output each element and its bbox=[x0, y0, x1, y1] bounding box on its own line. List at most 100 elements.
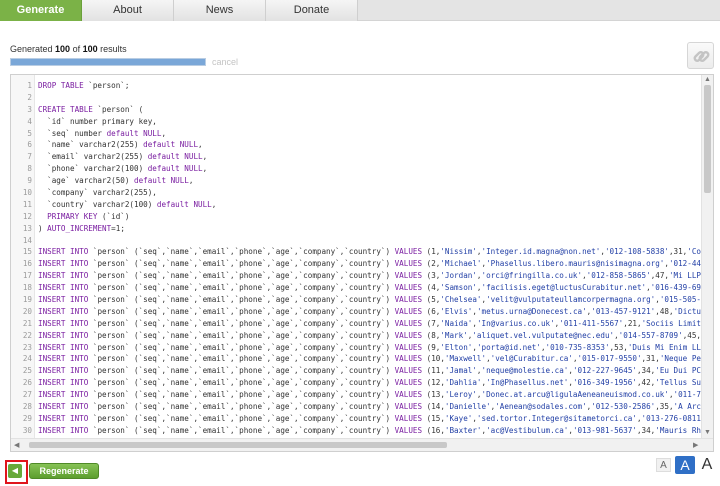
line-number: 9 bbox=[27, 176, 32, 186]
scroll-left-icon[interactable]: ◀ bbox=[14, 441, 19, 449]
code-line: 30 INSERT INTO `person` (`seq`,`name`,`em… bbox=[11, 425, 701, 437]
code-text: INSERT INTO `person` (`seq`,`name`,`emai… bbox=[38, 413, 701, 423]
line-number: 22 bbox=[22, 330, 32, 340]
code-text: ) AUTO_INCREMENT=1; bbox=[38, 223, 125, 233]
code-line: 13 ) AUTO_INCREMENT=1; bbox=[11, 223, 701, 235]
status-suffix: results bbox=[100, 44, 127, 54]
code-line: 25 INSERT INTO `person` (`seq`,`name`,`em… bbox=[11, 365, 701, 377]
code-line: 27 INSERT INTO `person` (`seq`,`name`,`em… bbox=[11, 389, 701, 401]
code-line: 28 INSERT INTO `person` (`seq`,`name`,`em… bbox=[11, 401, 701, 413]
code-text: `phone` varchar2(100) default NULL, bbox=[38, 164, 208, 174]
scroll-right-icon[interactable]: ▶ bbox=[693, 441, 698, 449]
code-lines: 1 DROP TABLE `person`; 2 3 CREATE TABLE `per… bbox=[11, 80, 701, 438]
link-button[interactable] bbox=[687, 42, 714, 69]
code-text: PRIMARY KEY (`id`) bbox=[47, 211, 130, 221]
code-output[interactable]: 1 DROP TABLE `person`; 2 3 CREATE TABLE `per… bbox=[10, 74, 714, 452]
code-line: 29 INSERT INTO `person` (`seq`,`name`,`em… bbox=[11, 413, 701, 425]
code-text: `seq` number default NULL, bbox=[38, 128, 167, 138]
collapse-button[interactable]: ◀ bbox=[8, 464, 22, 478]
code-line: 9 `age` varchar2(50) default NULL, bbox=[11, 175, 701, 187]
line-number: 3 bbox=[27, 104, 32, 114]
tab-bar: Generate About News Donate bbox=[0, 0, 720, 21]
code-line: 4 `id` number primary key, bbox=[11, 116, 701, 128]
code-text: INSERT INTO `person` (`seq`,`name`,`emai… bbox=[38, 318, 701, 328]
font-size-medium-button[interactable]: A bbox=[675, 456, 695, 474]
font-size-small-button[interactable]: A bbox=[656, 458, 671, 472]
line-number: 17 bbox=[22, 271, 32, 281]
code-text: INSERT INTO `person` (`seq`,`name`,`emai… bbox=[38, 354, 701, 364]
line-number: 5 bbox=[27, 128, 32, 138]
code-line: 12 PRIMARY KEY (`id`) bbox=[11, 211, 701, 223]
code-text: `company` varchar2(255), bbox=[38, 188, 157, 198]
line-number: 26 bbox=[22, 378, 32, 388]
line-number: 1 bbox=[27, 81, 32, 90]
line-number: 8 bbox=[27, 164, 32, 174]
code-text: INSERT INTO `person` (`seq`,`name`,`emai… bbox=[38, 342, 701, 352]
code-line: 17 INSERT INTO `person` (`seq`,`name`,`em… bbox=[11, 270, 701, 282]
code-text: `age` varchar2(50) default NULL, bbox=[38, 176, 194, 186]
horizontal-scroll-thumb[interactable] bbox=[29, 442, 447, 448]
code-line: 22 INSERT INTO `person` (`seq`,`name`,`em… bbox=[11, 330, 701, 342]
generated-count: 100 bbox=[55, 44, 71, 54]
line-number: 10 bbox=[22, 188, 32, 198]
code-line: 6 `name` varchar2(255) default NULL, bbox=[11, 139, 701, 151]
line-number: 13 bbox=[22, 223, 32, 233]
tab-generate[interactable]: Generate bbox=[0, 0, 82, 21]
link-icon bbox=[693, 51, 710, 62]
code-text: INSERT INTO `person` (`seq`,`name`,`emai… bbox=[38, 366, 701, 376]
triangle-left-icon: ◀ bbox=[11, 466, 19, 475]
code-text: INSERT INTO `person` (`seq`,`name`,`emai… bbox=[38, 247, 701, 257]
code-text: INSERT INTO `person` (`seq`,`name`,`emai… bbox=[38, 330, 701, 340]
line-number: 4 bbox=[27, 116, 32, 126]
code-line: 18 INSERT INTO `person` (`seq`,`name`,`em… bbox=[11, 282, 701, 294]
code-line: 8 `phone` varchar2(100) default NULL, bbox=[11, 163, 701, 175]
code-text: INSERT INTO `person` (`seq`,`name`,`emai… bbox=[38, 283, 701, 293]
code-line: 19 INSERT INTO `person` (`seq`,`name`,`em… bbox=[11, 294, 701, 306]
cancel-link[interactable]: cancel bbox=[212, 57, 238, 67]
code-line: 24 INSERT INTO `person` (`seq`,`name`,`em… bbox=[11, 353, 701, 365]
status-prefix: Generated bbox=[10, 44, 53, 54]
tab-donate[interactable]: Donate bbox=[266, 0, 358, 21]
code-line: 7 `email` varchar2(255) default NULL, bbox=[11, 151, 701, 163]
progress-bar bbox=[10, 58, 206, 66]
generation-status: Generated 100 of 100 results bbox=[10, 44, 127, 54]
code-text: CREATE TABLE `person` ( bbox=[38, 104, 144, 114]
line-number: 19 bbox=[22, 295, 32, 305]
code-line: 2 bbox=[11, 92, 701, 104]
line-number: 7 bbox=[27, 152, 32, 162]
code-text: DROP TABLE `person`; bbox=[38, 81, 130, 90]
code-text: `name` varchar2(255) default NULL, bbox=[38, 140, 203, 150]
code-line: 21 INSERT INTO `person` (`seq`,`name`,`em… bbox=[11, 318, 701, 330]
code-line: 3 CREATE TABLE `person` ( bbox=[11, 104, 701, 116]
line-number: 20 bbox=[22, 306, 32, 316]
tab-about[interactable]: About bbox=[82, 0, 174, 21]
line-number: 23 bbox=[22, 342, 32, 352]
code-text: INSERT INTO `person` (`seq`,`name`,`emai… bbox=[38, 378, 701, 388]
code-line: 26 INSERT INTO `person` (`seq`,`name`,`em… bbox=[11, 377, 701, 389]
line-number: 12 bbox=[22, 211, 32, 221]
code-text: INSERT INTO `person` (`seq`,`name`,`emai… bbox=[38, 295, 701, 305]
code-line: 16 INSERT INTO `person` (`seq`,`name`,`em… bbox=[11, 258, 701, 270]
code-line: 20 INSERT INTO `person` (`seq`,`name`,`em… bbox=[11, 306, 701, 318]
horizontal-scrollbar[interactable]: ◀ ▶ bbox=[11, 438, 713, 451]
code-line: 15 INSERT INTO `person` (`seq`,`name`,`em… bbox=[11, 246, 701, 258]
code-text: `email` varchar2(255) default NULL, bbox=[38, 152, 208, 162]
code-line: 23 INSERT INTO `person` (`seq`,`name`,`em… bbox=[11, 342, 701, 354]
vertical-scrollbar[interactable]: ▲ ▼ bbox=[701, 75, 713, 439]
line-number: 16 bbox=[22, 259, 32, 269]
code-text: INSERT INTO `person` (`seq`,`name`,`emai… bbox=[38, 390, 701, 400]
code-text: INSERT INTO `person` (`seq`,`name`,`emai… bbox=[38, 402, 701, 412]
scroll-down-icon[interactable]: ▼ bbox=[704, 429, 711, 436]
line-number: 24 bbox=[22, 354, 32, 364]
total-count: 100 bbox=[82, 44, 98, 54]
tab-news[interactable]: News bbox=[174, 0, 266, 21]
scroll-up-icon[interactable]: ▲ bbox=[704, 76, 711, 83]
line-number: 27 bbox=[22, 390, 32, 400]
line-number: 2 bbox=[27, 92, 32, 102]
code-line: 10 `company` varchar2(255), bbox=[11, 187, 701, 199]
vertical-scroll-thumb[interactable] bbox=[704, 85, 711, 193]
font-size-large-button[interactable]: A bbox=[698, 456, 716, 474]
code-text: INSERT INTO `person` (`seq`,`name`,`emai… bbox=[38, 259, 701, 269]
line-number: 28 bbox=[22, 402, 32, 412]
regenerate-button[interactable]: Regenerate bbox=[29, 463, 99, 479]
